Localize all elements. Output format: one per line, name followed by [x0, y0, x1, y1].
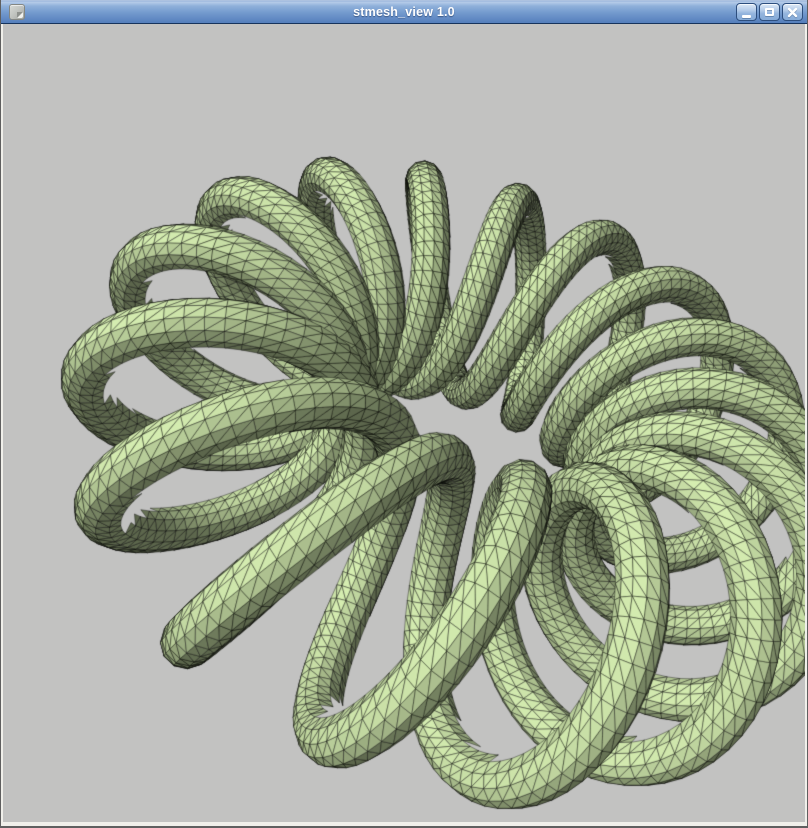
close-icon: [787, 7, 798, 18]
mesh-canvas[interactable]: [3, 24, 805, 822]
minimize-icon: [742, 15, 751, 18]
window-controls: [736, 3, 803, 21]
maximize-button[interactable]: [759, 3, 780, 21]
application-window: stmesh_view 1.0: [0, 0, 808, 828]
window-title: stmesh_view 1.0: [1, 0, 807, 23]
minimize-button[interactable]: [736, 3, 757, 21]
maximize-icon: [765, 8, 774, 16]
titlebar[interactable]: stmesh_view 1.0: [1, 0, 807, 24]
window-frame: [1, 24, 807, 826]
close-button[interactable]: [782, 3, 803, 21]
